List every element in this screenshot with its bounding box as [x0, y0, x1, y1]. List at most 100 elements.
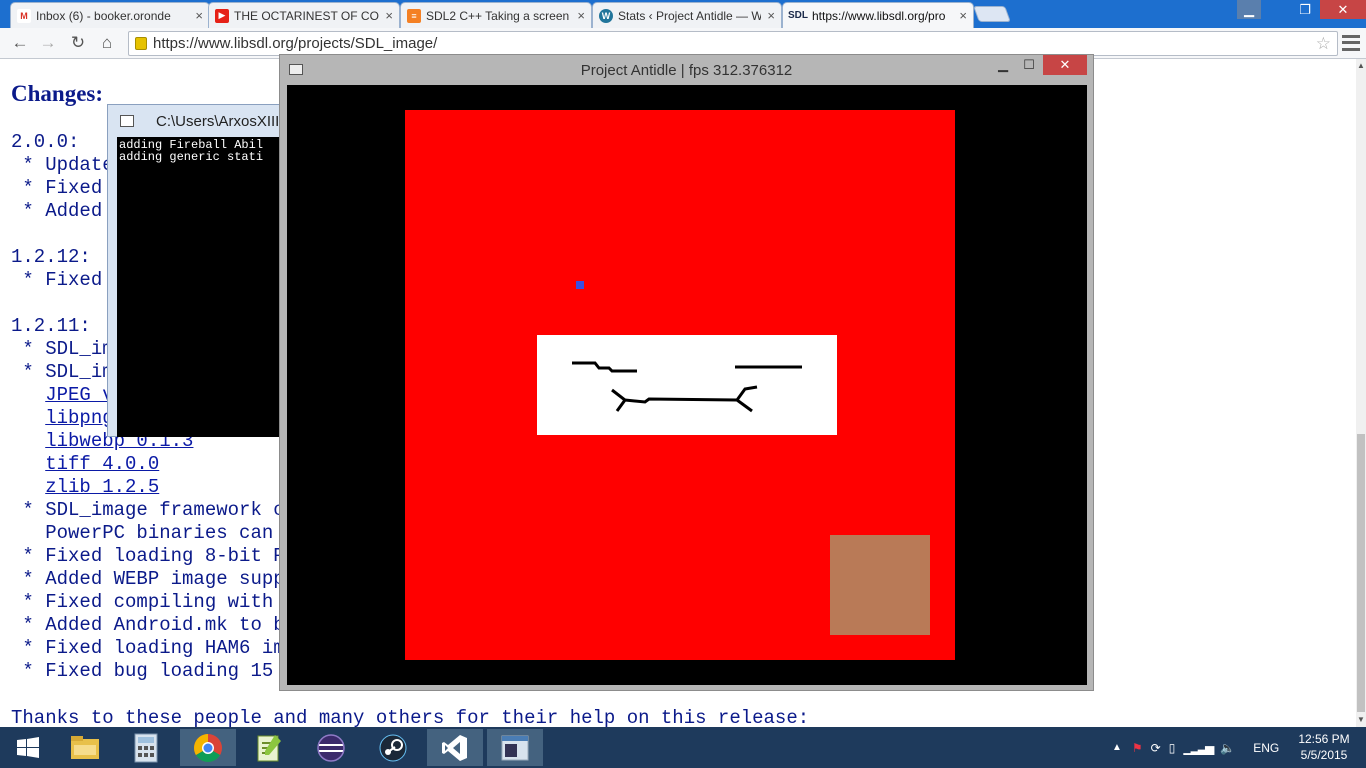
file-explorer-icon [71, 735, 99, 759]
action-center-flag-icon[interactable]: ⚑ [1132, 741, 1143, 755]
window-icon [289, 64, 303, 75]
calculator-icon [134, 733, 158, 762]
player-sprite [576, 281, 584, 289]
changelog-line: * SDL_image framework or [11, 499, 297, 521]
game-viewport[interactable] [287, 85, 1087, 685]
taskbar-steam[interactable] [365, 729, 421, 766]
start-button[interactable] [0, 729, 56, 766]
console-window-icon [501, 735, 529, 760]
browser-tab-strip: M Inbox (6) - booker.oronde × ▶ THE OCTA… [0, 0, 1366, 28]
tab-title: Stats ‹ Project Antidle — W [618, 8, 762, 23]
lock-icon [135, 37, 147, 50]
dependency-link[interactable]: libpng [45, 407, 113, 429]
game-arena [405, 110, 955, 660]
system-tray: ▲ ⚑ ⟳ ▯ ▁▂▃▅ 🔈 ENG [1112, 727, 1279, 768]
taskbar-notepad-plus-plus[interactable] [241, 729, 297, 766]
face-drawing [572, 361, 802, 413]
game-maximize-button[interactable]: ☐ [1018, 55, 1040, 75]
dependency-link[interactable]: JPEG v [45, 384, 113, 406]
page-scrollbar[interactable]: ▲ ▼ [1356, 59, 1366, 727]
tab-title: https://www.libsdl.org/pro [812, 8, 946, 23]
tab-close-icon[interactable]: × [195, 8, 203, 23]
dependency-link[interactable]: tiff 4.0.0 [45, 453, 159, 475]
taskbar-chrome[interactable] [180, 729, 236, 766]
console-icon [120, 115, 134, 127]
tab-title: THE OCTARINEST OF COR [234, 8, 380, 23]
minimize-button[interactable]: ▁ [1237, 0, 1261, 19]
crate-sprite [830, 535, 930, 635]
changelog-line: * Fixed loading HAM6 ima [11, 637, 297, 659]
changelog-link-row: tiff 4.0.0 [11, 453, 296, 476]
steam-icon [379, 734, 407, 761]
chrome-icon [194, 733, 222, 762]
taskbar: ▲ ⚑ ⟳ ▯ ▁▂▃▅ 🔈 ENG 12:56 PM 5/5/2015 [0, 727, 1366, 768]
tab-gmail[interactable]: M Inbox (6) - booker.oronde × [10, 2, 210, 28]
tray-overflow-icon[interactable]: ▲ [1112, 742, 1122, 753]
taskbar-calculator[interactable] [118, 729, 174, 766]
tab-stackexchange[interactable]: ≡ SDL2 C++ Taking a screen × [400, 2, 592, 28]
gmail-icon: M [17, 8, 31, 23]
game-window[interactable]: Project Antidle | fps 312.376312 ▁ ☐ ✕ [279, 54, 1094, 691]
sdl-icon: SDL [788, 10, 808, 21]
notepad-plus-plus-icon [257, 734, 281, 761]
console-title-bar[interactable]: C:\Users\ArxosXIII\ [108, 105, 286, 137]
tab-close-icon[interactable]: × [959, 8, 967, 23]
home-button[interactable]: ⌂ [96, 32, 118, 54]
language-indicator[interactable]: ENG [1253, 741, 1279, 755]
chrome-menu-button[interactable] [1342, 33, 1360, 53]
bookmark-star-icon[interactable]: ☆ [1316, 34, 1331, 54]
maximize-button[interactable]: ❐ [1293, 0, 1317, 19]
changelog-line: * Fixed compiling with l [11, 591, 297, 613]
visual-studio-icon [442, 734, 467, 761]
changelog-line: PowerPC binaries can [11, 522, 285, 544]
changelog-link-row: zlib 1.2.5 [11, 476, 296, 499]
start-icon [17, 736, 39, 758]
close-button[interactable]: ✕ [1320, 0, 1366, 19]
tab-title: SDL2 C++ Taking a screen [426, 8, 570, 23]
console-output: adding Fireball Abil adding generic stati [117, 137, 288, 437]
changelog-line: * Added WEBP image suppo [11, 568, 297, 590]
address-url: https://www.libsdl.org/projects/SDL_imag… [153, 35, 438, 52]
scrollbar-thumb[interactable] [1357, 434, 1365, 712]
taskbar-eclipse[interactable] [303, 729, 359, 766]
console-title: C:\Users\ArxosXIII\ [156, 112, 284, 130]
removable-device-icon[interactable]: ▯ [1169, 741, 1176, 755]
game-close-button[interactable]: ✕ [1043, 55, 1087, 75]
stackexchange-icon: ≡ [407, 8, 421, 23]
taskbar-visual-studio[interactable] [427, 729, 483, 766]
youtube-icon: ▶ [215, 8, 229, 23]
tab-youtube[interactable]: ▶ THE OCTARINEST OF COR × [208, 2, 400, 28]
signal-strength-icon[interactable]: ▁▂▃▅ [1183, 741, 1214, 755]
dependency-link[interactable]: zlib 1.2.5 [45, 476, 159, 498]
game-minimize-button[interactable]: ▁ [992, 55, 1014, 75]
system-clock[interactable]: 12:56 PM 5/5/2015 [1294, 731, 1354, 763]
back-button[interactable]: ← [9, 32, 31, 54]
clock-date: 5/5/2015 [1300, 748, 1348, 762]
tab-libsdl[interactable]: SDL https://www.libsdl.org/pro × [782, 2, 974, 28]
game-title-bar[interactable]: Project Antidle | fps 312.376312 [280, 55, 1093, 85]
page-title: Changes: [11, 81, 104, 106]
address-bar[interactable]: https://www.libsdl.org/projects/SDL_imag… [128, 31, 1338, 56]
clock-time: 12:56 PM [1298, 732, 1350, 746]
wordpress-icon: W [599, 8, 613, 23]
console-line: adding generic stati [119, 150, 264, 164]
forward-button[interactable]: → [37, 32, 59, 54]
thanks-text: Thanks to these people and many others f… [11, 707, 810, 727]
new-tab-button[interactable] [973, 6, 1011, 22]
console-window[interactable]: C:\Users\ArxosXIII\ adding Fireball Abil… [107, 104, 288, 437]
changelog-line: * Added Android.mk to bu [11, 614, 297, 636]
taskbar-console-window[interactable] [487, 729, 543, 766]
changelog-line: * Fixed bug loading 15 a [11, 660, 297, 682]
scroll-down-arrow-icon[interactable]: ▼ [1356, 715, 1366, 724]
tab-wordpress[interactable]: W Stats ‹ Project Antidle — W × [592, 2, 782, 28]
scroll-up-arrow-icon[interactable]: ▲ [1356, 61, 1366, 70]
eclipse-icon [317, 733, 345, 762]
tab-close-icon[interactable]: × [385, 8, 393, 23]
network-sync-icon[interactable]: ⟳ [1151, 741, 1161, 755]
game-title: Project Antidle | fps 312.376312 [580, 61, 793, 79]
tab-close-icon[interactable]: × [767, 8, 775, 23]
volume-icon[interactable]: 🔈 [1220, 741, 1235, 755]
reload-button[interactable]: ↻ [67, 32, 89, 54]
tab-close-icon[interactable]: × [577, 8, 585, 23]
taskbar-file-explorer[interactable] [57, 729, 113, 766]
